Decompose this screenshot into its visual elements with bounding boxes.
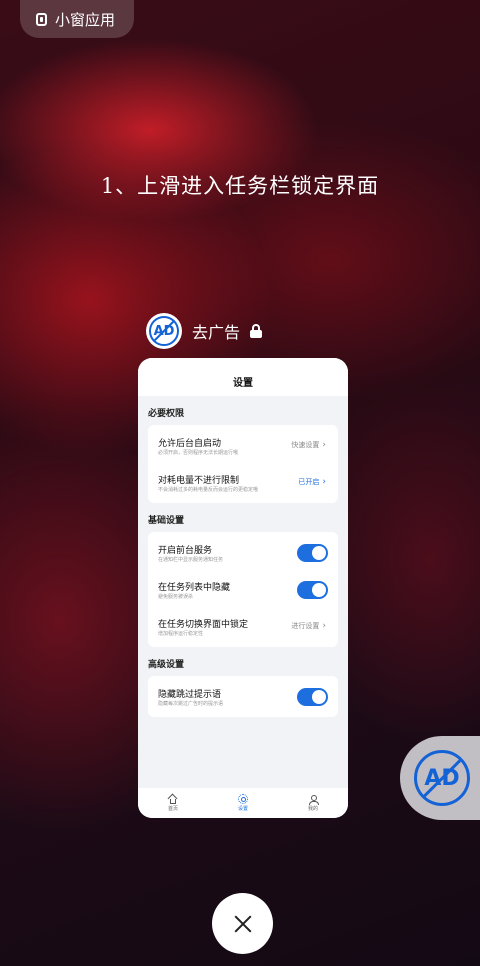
settings-group: 允许后台自启动 必须开启，否则程序无法长期运行哦 快速设置 对耗电量不进行限制 …	[148, 425, 338, 503]
instruction-headline: 1、上滑进入任务栏锁定界面	[100, 174, 380, 198]
go-setup-link[interactable]: 进行设置	[291, 621, 326, 631]
setting-label: 对耗电量不进行限制	[158, 476, 240, 486]
recent-app-card[interactable]: 设置 必要权限 允许后台自启动 必须开启，否则程序无法长期运行哦 快速设置 对耗…	[138, 358, 348, 818]
setting-description: 必须开启，否则程序无法长期运行哦	[158, 450, 239, 456]
nav-settings[interactable]: 设置	[208, 788, 278, 818]
settings-group: 开启前台服务 在通知栏中显示服务通知任务 在任务列表中隐藏 避免服务被误杀 在任…	[148, 532, 338, 647]
user-icon	[308, 794, 319, 805]
section-title: 高级设置	[148, 660, 185, 670]
mini-window-icon	[36, 12, 47, 26]
section-title: 基础设置	[148, 516, 185, 526]
setting-description: 增加程序运行稳定性	[158, 631, 204, 637]
enabled-status-link[interactable]: 已开启	[298, 477, 326, 487]
recent-app-name: 去广告	[192, 323, 241, 342]
bottom-nav: 首页 设置 我的	[138, 788, 348, 818]
mini-window-button[interactable]: 小窗应用	[20, 0, 134, 38]
setting-row-auto-start[interactable]: 允许后台自启动 必须开启，否则程序无法长期运行哦 快速设置	[148, 427, 338, 464]
floating-ad-button[interactable]: AD	[400, 736, 480, 820]
home-icon	[168, 795, 178, 804]
nav-label: 设置	[237, 806, 248, 812]
setting-label: 在任务切换界面中锁定	[158, 620, 249, 630]
recent-app-header[interactable]: AD 去广告	[146, 313, 263, 349]
hide-skip-tip-toggle[interactable]	[297, 688, 328, 706]
setting-label: 在任务列表中隐藏	[158, 583, 231, 593]
nav-profile[interactable]: 我的	[278, 788, 348, 818]
settings-icon	[238, 794, 248, 804]
setting-description: 避免服务被误杀	[158, 594, 194, 600]
section-advanced-settings: 高级设置 隐藏跳过提示语 隐藏每次跳过广告时的提示语	[138, 647, 348, 717]
nav-label: 首页	[167, 805, 178, 812]
ad-block-icon: AD	[414, 750, 470, 806]
setting-row-foreground-service[interactable]: 开启前台服务 在通知栏中显示服务通知任务	[148, 534, 338, 571]
close-all-button[interactable]	[212, 893, 273, 954]
mini-window-label: 小窗应用	[55, 10, 116, 29]
section-title: 必要权限	[148, 409, 185, 419]
setting-label: 开启前台服务	[158, 546, 213, 556]
setting-row-hide-in-tasks[interactable]: 在任务列表中隐藏 避免服务被误杀	[148, 571, 338, 608]
section-required-permissions: 必要权限 允许后台自启动 必须开启，否则程序无法长期运行哦 快速设置 对耗电量不…	[138, 396, 348, 503]
lock-icon	[250, 324, 263, 338]
setting-row-battery[interactable]: 对耗电量不进行限制 不会消耗过多的耗电量反而会运行的更稳定哦 已开启	[148, 464, 338, 501]
nav-home[interactable]: 首页	[138, 788, 208, 818]
close-icon	[233, 914, 253, 934]
setting-label: 隐藏跳过提示语	[158, 690, 222, 700]
nav-label: 我的	[307, 805, 318, 812]
setting-description: 在通知栏中显示服务通知任务	[158, 557, 224, 563]
section-basic-settings: 基础设置 开启前台服务 在通知栏中显示服务通知任务 在任务列表中隐藏 避免服务被…	[138, 503, 348, 647]
setting-description: 隐藏每次跳过广告时的提示语	[158, 701, 224, 707]
foreground-service-toggle[interactable]	[297, 544, 328, 562]
setting-row-hide-skip-tip[interactable]: 隐藏跳过提示语 隐藏每次跳过广告时的提示语	[148, 678, 338, 715]
setting-row-lock-in-switcher[interactable]: 在任务切换界面中锁定 增加程序运行稳定性 进行设置	[148, 608, 338, 645]
quick-setup-link[interactable]: 快速设置	[291, 440, 326, 450]
settings-title: 设置	[138, 358, 348, 396]
settings-group: 隐藏跳过提示语 隐藏每次跳过广告时的提示语	[148, 676, 338, 717]
setting-label: 允许后台自启动	[158, 439, 222, 449]
setting-description: 不会消耗过多的耗电量反而会运行的更稳定哦	[158, 487, 259, 493]
app-logo-icon: AD	[146, 313, 182, 349]
hide-in-tasks-toggle[interactable]	[297, 581, 328, 599]
